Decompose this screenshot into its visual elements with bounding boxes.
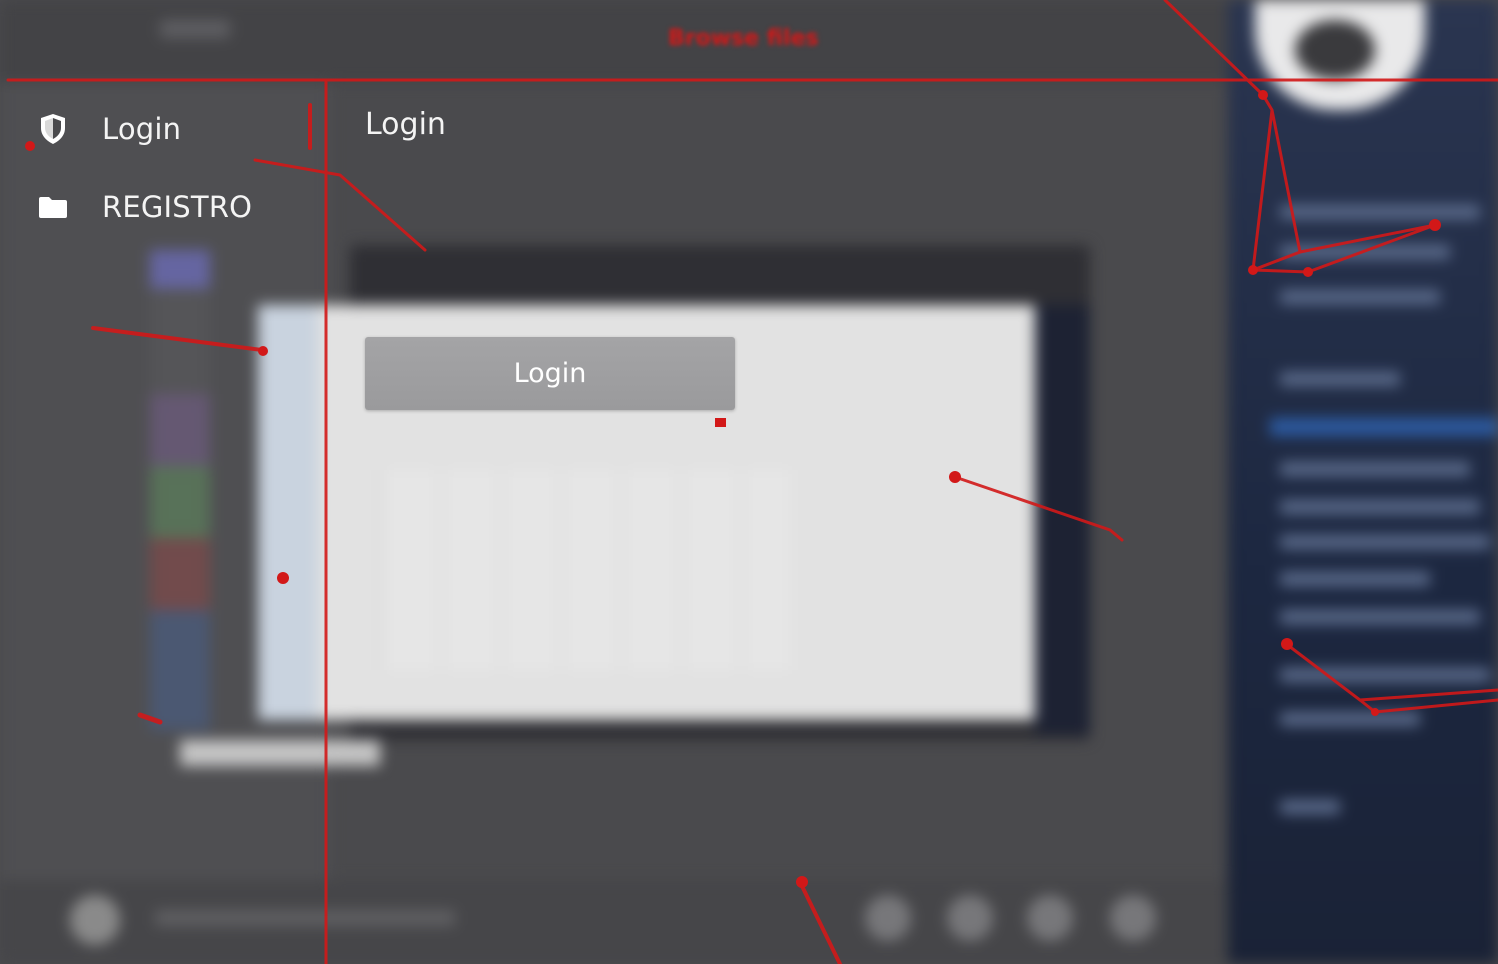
red-dot	[277, 572, 289, 584]
shield-icon	[36, 112, 70, 146]
red-dot	[1371, 708, 1379, 716]
red-dot	[258, 346, 268, 356]
red-dot	[1303, 267, 1313, 277]
red-stroke	[1251, 223, 1436, 274]
red-dot	[1281, 638, 1293, 650]
red-stroke	[798, 880, 842, 964]
red-dot	[796, 876, 808, 888]
login-button[interactable]: Login	[365, 337, 735, 410]
red-stroke	[953, 475, 1124, 542]
red-stroke	[91, 326, 264, 352]
red-stroke	[137, 712, 163, 725]
red-dot	[715, 418, 726, 427]
overlay-caption: Browse files	[668, 26, 819, 51]
nav-item-label: Login	[102, 112, 182, 146]
page-title: Login	[365, 107, 446, 142]
red-stroke	[1163, 0, 1302, 273]
nav-item-registro[interactable]: REGISTRO	[0, 173, 320, 241]
red-stroke	[1358, 688, 1498, 702]
red-dot	[1248, 265, 1258, 275]
nav-item-login[interactable]: Login	[0, 95, 320, 163]
nav-item-label: REGISTRO	[102, 190, 253, 224]
folder-icon	[36, 190, 70, 224]
red-stroke	[1283, 641, 1498, 714]
red-dot	[949, 471, 961, 483]
red-dot	[1258, 90, 1268, 100]
red-dot	[1429, 219, 1441, 231]
side-navigation: Login REGISTRO	[0, 95, 320, 241]
